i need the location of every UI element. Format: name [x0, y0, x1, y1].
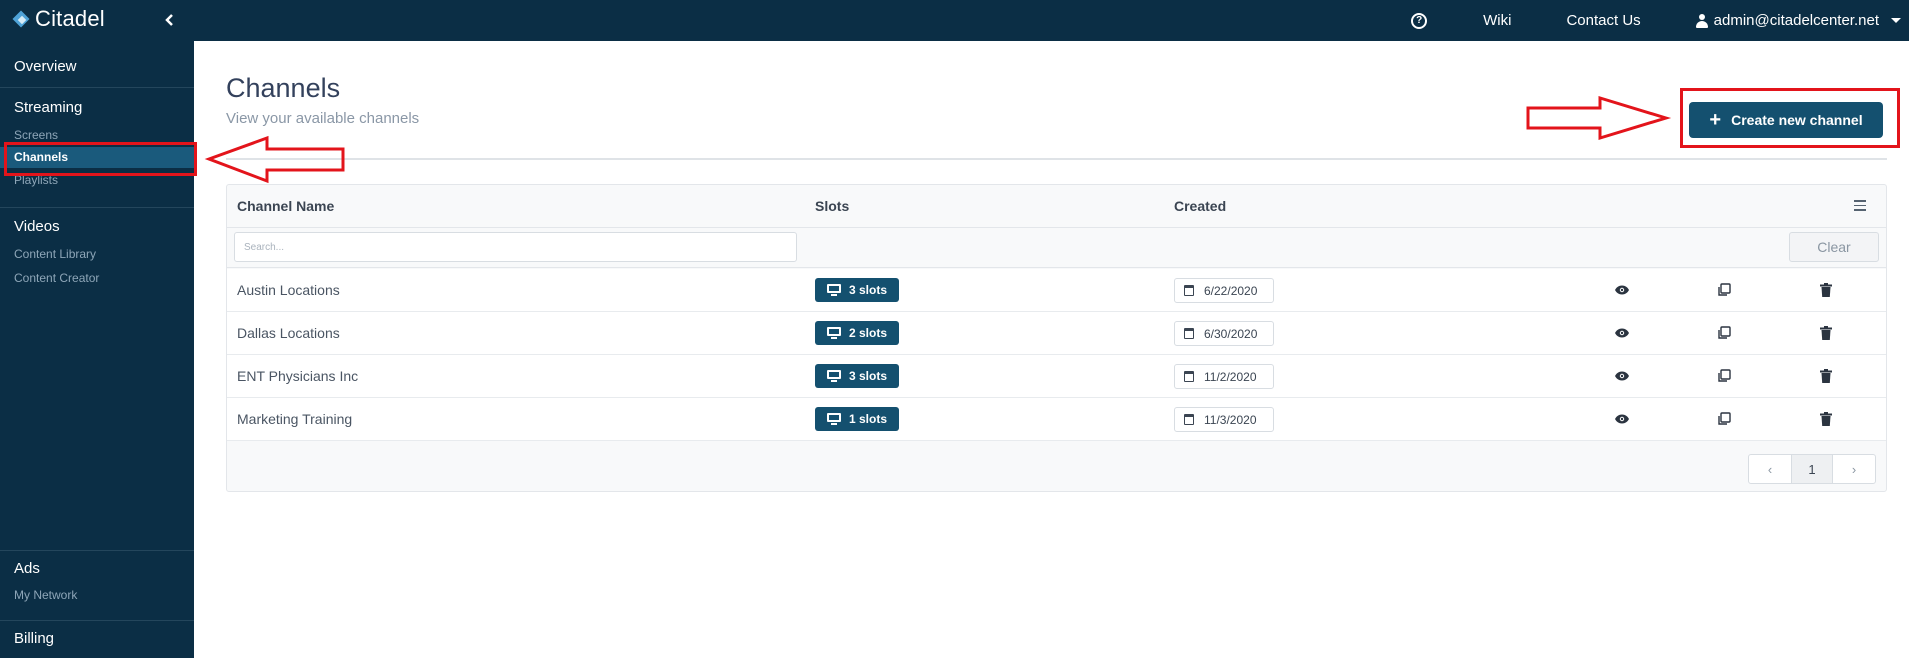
- contact-us-link[interactable]: Contact Us: [1566, 12, 1640, 29]
- table-row[interactable]: Dallas Locations 2 slots 6/30/2020: [227, 312, 1886, 355]
- created-date-text: 11/2/2020: [1204, 369, 1257, 384]
- pagination: ‹ 1 ›: [1748, 454, 1876, 484]
- sidebar-item-content-creator[interactable]: Content Creator: [0, 269, 194, 287]
- channel-name[interactable]: Austin Locations: [237, 282, 340, 298]
- slots-badge[interactable]: 1 slots: [815, 407, 899, 431]
- delete-trash-icon[interactable]: [1817, 324, 1835, 342]
- prev-page-chevron-left-icon[interactable]: ‹: [1749, 455, 1791, 483]
- brand[interactable]: Citadel: [13, 6, 105, 32]
- view-eye-icon[interactable]: [1613, 410, 1631, 428]
- created-date-text: 6/22/2020: [1204, 283, 1258, 298]
- collapse-sidebar-chevron-left-icon[interactable]: [163, 11, 177, 29]
- sidebar-section-videos[interactable]: Videos: [0, 218, 194, 235]
- caret-down-icon: [1891, 18, 1901, 23]
- user-email: admin@citadelcenter.net: [1713, 12, 1879, 29]
- annotation-highlight-box: [1680, 88, 1900, 148]
- view-eye-icon[interactable]: [1613, 367, 1631, 385]
- calendar-icon: [1184, 371, 1194, 382]
- delete-trash-icon[interactable]: [1817, 367, 1835, 385]
- sidebar-divider: [0, 87, 194, 88]
- delete-trash-icon[interactable]: [1817, 281, 1835, 299]
- created-date-text: 6/30/2020: [1204, 326, 1258, 341]
- wiki-link[interactable]: Wiki: [1483, 12, 1511, 29]
- help-question-icon[interactable]: ?: [1411, 12, 1428, 29]
- sidebar-section-billing[interactable]: Billing: [0, 630, 194, 647]
- sidebar-section-ads[interactable]: Ads: [0, 560, 194, 577]
- table-row[interactable]: Marketing Training 1 slots 11/3/2020: [227, 398, 1886, 441]
- view-eye-icon[interactable]: [1613, 281, 1631, 299]
- page-number[interactable]: 1: [1791, 455, 1833, 483]
- slots-badge[interactable]: 3 slots: [815, 364, 899, 388]
- created-date: 11/3/2020: [1174, 407, 1274, 432]
- monitor-icon: [826, 413, 841, 425]
- header-divider: [226, 158, 1887, 160]
- slots-badge[interactable]: 2 slots: [815, 321, 899, 345]
- slots-badge[interactable]: 3 slots: [815, 278, 899, 302]
- page-subtitle: View your available channels: [226, 110, 420, 127]
- next-page-chevron-right-icon[interactable]: ›: [1833, 455, 1875, 483]
- monitor-icon: [826, 284, 841, 296]
- copy-icon[interactable]: [1715, 324, 1733, 342]
- copy-icon[interactable]: [1715, 410, 1733, 428]
- slots-count: 3 slots: [848, 369, 887, 383]
- sidebar-item-my-network[interactable]: My Network: [0, 586, 194, 604]
- monitor-icon: [826, 327, 841, 339]
- slots-count: 3 slots: [848, 283, 887, 297]
- column-header-slots[interactable]: Slots: [815, 198, 849, 214]
- sidebar: Overview Streaming Screens Channels Play…: [0, 41, 194, 658]
- channel-name[interactable]: ENT Physicians Inc: [237, 368, 358, 384]
- annotation-arrow-right: [1526, 95, 1672, 141]
- channels-table: Channel Name Slots Created Clear Austin …: [226, 184, 1887, 492]
- slots-count: 1 slots: [848, 412, 887, 426]
- sidebar-item-content-library[interactable]: Content Library: [0, 245, 194, 263]
- view-eye-icon[interactable]: [1613, 324, 1631, 342]
- calendar-icon: [1184, 414, 1194, 425]
- slots-count: 2 slots: [848, 326, 887, 340]
- created-date: 11/2/2020: [1174, 364, 1274, 389]
- channel-name[interactable]: Marketing Training: [237, 411, 352, 427]
- created-date: 6/30/2020: [1174, 321, 1274, 346]
- table-row[interactable]: ENT Physicians Inc 3 slots 11/2/2020: [227, 355, 1886, 398]
- sidebar-divider: [0, 207, 194, 208]
- user-menu[interactable]: admin@citadelcenter.net: [1695, 12, 1901, 29]
- column-menu-icon[interactable]: [1854, 200, 1866, 211]
- citadel-logo-icon: [13, 11, 30, 28]
- clear-filter-button[interactable]: Clear: [1789, 232, 1879, 262]
- top-right-nav: ? Wiki Contact Us admin@citadelcenter.ne…: [1411, 0, 1909, 41]
- sidebar-item-overview[interactable]: Overview: [0, 58, 194, 75]
- created-date-text: 11/3/2020: [1204, 412, 1257, 427]
- delete-trash-icon[interactable]: [1817, 410, 1835, 428]
- brand-name: Citadel: [35, 6, 105, 31]
- monitor-icon: [826, 370, 841, 382]
- calendar-icon: [1184, 285, 1194, 296]
- page-title: Channels: [226, 73, 341, 103]
- copy-icon[interactable]: [1715, 367, 1733, 385]
- top-bar: Citadel ? Wiki Contact Us admin@citadelc…: [0, 0, 1909, 41]
- annotation-highlight-box: [4, 142, 197, 176]
- copy-icon[interactable]: [1715, 281, 1733, 299]
- table-row[interactable]: Austin Locations 3 slots 6/22/2020: [227, 269, 1886, 312]
- sidebar-divider: [0, 550, 194, 551]
- column-header-created[interactable]: Created: [1174, 198, 1226, 214]
- sidebar-divider: [0, 620, 194, 621]
- calendar-icon: [1184, 328, 1194, 339]
- sidebar-section-streaming[interactable]: Streaming: [0, 99, 194, 116]
- channel-name[interactable]: Dallas Locations: [237, 325, 340, 341]
- user-icon: [1695, 13, 1708, 28]
- table-header: Channel Name Slots Created: [227, 185, 1886, 228]
- search-input[interactable]: [234, 232, 797, 262]
- created-date: 6/22/2020: [1174, 278, 1274, 303]
- column-header-channel-name[interactable]: Channel Name: [237, 198, 334, 214]
- filter-row: Clear: [227, 228, 1886, 268]
